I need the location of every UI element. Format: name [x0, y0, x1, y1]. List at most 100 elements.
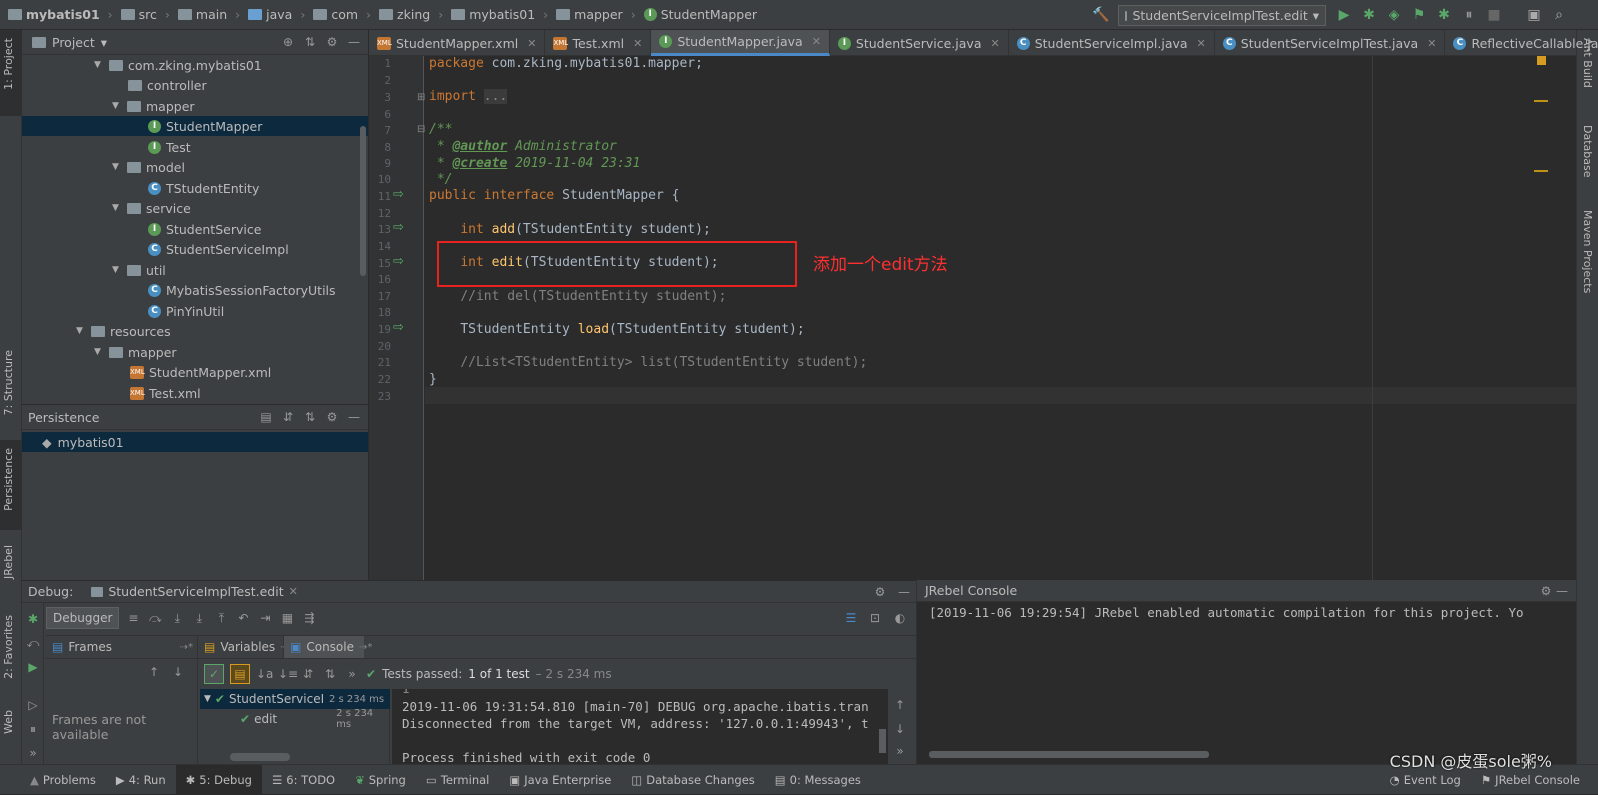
close-icon[interactable]: ✕	[990, 37, 999, 50]
breadcrumb-com[interactable]: com	[313, 7, 358, 22]
tree-item-studentservice[interactable]: I StudentService	[148, 219, 261, 239]
editor-tab-studentservice-java[interactable]: I StudentService.java ✕	[830, 30, 1009, 56]
sort-duration-icon[interactable]: ↓≡	[278, 666, 298, 682]
threads-icon[interactable]: ☰	[843, 610, 859, 626]
debug-icon[interactable]: ✱	[1360, 6, 1378, 24]
breadcrumb-project[interactable]: mybatis01	[8, 7, 100, 22]
breadcrumb-studentmapper[interactable]: I StudentMapper	[643, 7, 757, 22]
debug-session-tab[interactable]: StudentServiceImplTest.edit ✕	[91, 584, 298, 599]
trace-icon[interactable]: ⇶	[301, 610, 317, 626]
tool-tab-database[interactable]: Database	[1581, 125, 1594, 178]
minimize-icon[interactable]: —	[346, 34, 362, 50]
project-structure-icon[interactable]: ▣	[1525, 6, 1543, 24]
show-execution-point-icon[interactable]: ≡	[125, 610, 141, 626]
expand-arrow-icon[interactable]: ▼	[112, 162, 122, 172]
gear-icon[interactable]: ⚙	[324, 34, 340, 50]
restore-layout-icon[interactable]: ⊡	[867, 610, 883, 626]
console-tab[interactable]: ▣ Console ⇢*	[284, 636, 372, 658]
gear-icon[interactable]: ⚙	[1538, 583, 1554, 599]
editor-tab-studentserviceimpltest-java[interactable]: C StudentServiceImplTest.java ✕	[1215, 30, 1446, 56]
editor-tab-reflectivecallable-java[interactable]: CReflectiveCallable.java✕	[1445, 30, 1598, 56]
expand-arrow-icon[interactable]: ▼	[76, 326, 86, 336]
tool-tab-maven-projects[interactable]: Maven Projects	[1581, 210, 1594, 293]
tree-item-studentserviceimpl[interactable]: C StudentServiceImpl	[148, 239, 289, 259]
tree-item-service[interactable]: ▼ service	[112, 198, 191, 218]
tree-item-mapper[interactable]: ▼ mapper	[112, 96, 195, 116]
run-icon[interactable]: ▶	[1335, 6, 1353, 24]
error-stripe-mark[interactable]	[1534, 170, 1548, 172]
collapse-all-icon[interactable]: ⇅	[302, 409, 318, 425]
jrebel-debug-icon[interactable]: ✱	[1435, 6, 1453, 24]
breadcrumb-mapper[interactable]: mapper	[556, 7, 623, 22]
pin-icon[interactable]: ⇢*	[180, 642, 193, 653]
close-icon[interactable]: ✕	[1427, 37, 1436, 50]
sort-alpha-icon[interactable]: ↓a	[256, 666, 273, 682]
rerun-debug-icon[interactable]: ✱	[25, 611, 41, 627]
tool-button-problems[interactable]: ▲ Problems	[0, 765, 106, 795]
tree-item-package[interactable]: ▼ com.zking.mybatis01	[94, 55, 262, 75]
tree-item-model[interactable]: ▼ model	[112, 157, 185, 177]
breadcrumb-mybatis01[interactable]: mybatis01	[451, 7, 535, 22]
stop-icon[interactable]: ■	[1485, 6, 1503, 24]
collapse-all-icon[interactable]: ⇅	[322, 666, 338, 682]
project-view-select[interactable]: Project	[52, 35, 95, 50]
memory-icon[interactable]: ◐	[892, 610, 908, 626]
coverage-icon[interactable]: ◈	[1385, 6, 1403, 24]
test-tree-scrollbar[interactable]	[230, 753, 290, 761]
attach-icon[interactable]: ⏸	[1460, 6, 1478, 24]
implemented-arrow-icon[interactable]: ⇨	[393, 254, 404, 269]
implemented-arrow-icon[interactable]: ⇨	[393, 320, 404, 335]
show-ignored-icon[interactable]: ▤	[230, 664, 250, 684]
play-icon[interactable]: ▷	[25, 697, 41, 713]
expand-all-icon[interactable]: ⇵	[300, 666, 316, 682]
breadcrumb-main[interactable]: main	[177, 7, 227, 22]
pause-icon[interactable]: ⏸	[25, 721, 41, 737]
jrebel-run-icon[interactable]: ⚑	[1410, 6, 1428, 24]
scroll-from-source-icon[interactable]: ⊕	[280, 34, 296, 50]
fold-icon[interactable]: ⊞	[417, 92, 425, 103]
breadcrumb-src[interactable]: src	[120, 7, 157, 22]
persistence-item-mybatis01[interactable]: ◆ mybatis01	[22, 432, 368, 452]
tool-button-spring[interactable]: ❦ Spring	[345, 765, 416, 795]
gear-icon[interactable]: ⚙	[324, 409, 340, 425]
more-icon[interactable]: »	[344, 666, 360, 682]
breadcrumb-java[interactable]: java	[248, 7, 292, 22]
more-icon[interactable]: »	[25, 745, 41, 761]
tool-button-debug[interactable]: ✱ 5: Debug	[175, 764, 262, 795]
tree-item-util[interactable]: ▼ util	[112, 260, 166, 280]
search-everywhere-icon[interactable]: ⌕	[1550, 6, 1568, 24]
tool-button-database-changes[interactable]: ◫ Database Changes	[621, 765, 764, 795]
scroll-down-icon[interactable]: ↓	[892, 721, 908, 737]
more-icon[interactable]: »	[892, 743, 908, 759]
test-tree-suite[interactable]: ▼ ✔ StudentServiceIr 2 s 234 ms	[200, 689, 390, 709]
tree-item-test[interactable]: I Test	[148, 137, 191, 157]
expand-arrow-icon[interactable]: ▼	[112, 101, 122, 111]
step-out-icon[interactable]: ⤒	[213, 610, 229, 626]
tool-tab-structure[interactable]: 7: Structure	[2, 350, 15, 415]
fold-icon[interactable]: ⊟	[417, 124, 425, 135]
scroll-up-icon[interactable]: ↑	[892, 697, 908, 713]
tree-scrollbar[interactable]	[360, 126, 366, 276]
close-icon[interactable]: ✕	[1197, 37, 1206, 50]
tree-item-studentmapper-xml[interactable]: XML StudentMapper.xml	[130, 362, 271, 382]
tree-item-pinyinutil[interactable]: C PinYinUtil	[148, 301, 224, 321]
debug-console-output[interactable]: 1 2019-11-06 19:31:54.810 [main-70] DEBU…	[392, 689, 888, 765]
expand-arrow-icon[interactable]: ▼	[112, 203, 122, 213]
frame-down-icon[interactable]: ↓	[170, 664, 186, 680]
frame-up-icon[interactable]: ↑	[146, 664, 162, 680]
minimize-icon[interactable]: —	[1554, 583, 1570, 599]
drop-frame-icon[interactable]: ↶	[235, 610, 251, 626]
implemented-arrow-icon[interactable]: ⇨	[393, 220, 404, 235]
force-step-into-icon[interactable]: ⤓	[191, 610, 207, 626]
tool-tab-web[interactable]: Web	[2, 710, 15, 734]
expand-all-icon[interactable]: ⇵	[280, 409, 296, 425]
debugger-tab[interactable]: Debugger	[46, 607, 120, 629]
tool-button-messages[interactable]: ▤ 0: Messages	[765, 765, 871, 795]
build-hammer-icon[interactable]: 🔨	[1092, 6, 1110, 24]
tool-tab-persistence[interactable]: Persistence	[2, 448, 15, 511]
show-passed-icon[interactable]: ✓	[204, 664, 224, 684]
tool-tab-jrebel[interactable]: JRebel	[2, 545, 15, 579]
editor-tab-studentmapper-xml[interactable]: XML StudentMapper.xml ✕	[369, 30, 546, 56]
tree-item-studentmapper[interactable]: I StudentMapper	[22, 116, 368, 136]
tree-item-controller[interactable]: controller	[128, 75, 207, 95]
